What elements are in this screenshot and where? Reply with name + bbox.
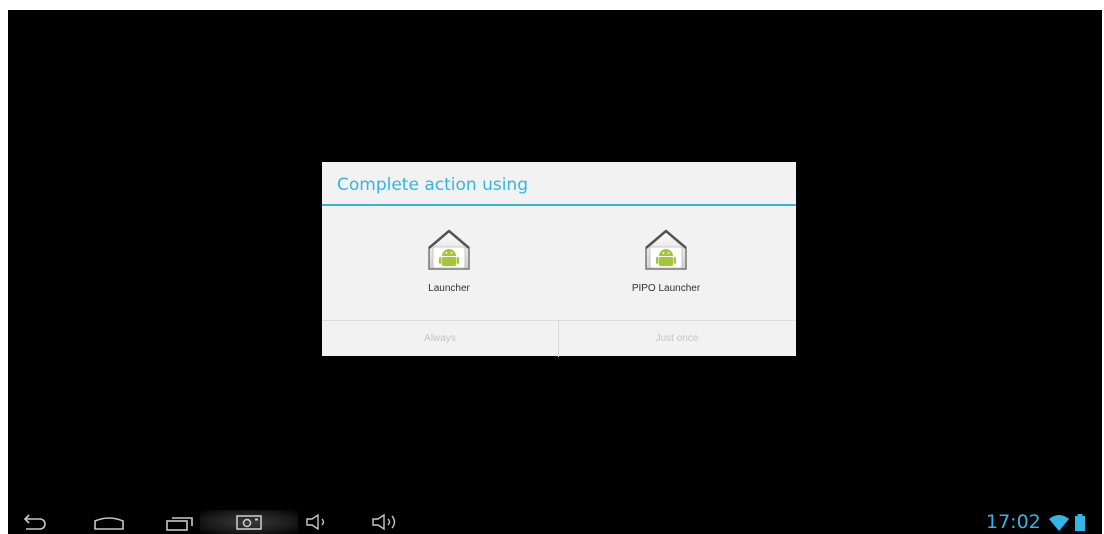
app-label: PIPO Launcher [631, 283, 701, 294]
just-once-button[interactable]: Just once [558, 321, 795, 357]
wifi-icon [1049, 515, 1069, 531]
chooser-dialog: Complete action using Launcher PIPO Laun… [322, 162, 796, 357]
volume-down-icon[interactable] [304, 512, 332, 532]
app-option-pipo-launcher[interactable]: PIPO Launcher [549, 220, 783, 310]
home-icon[interactable] [92, 512, 126, 532]
volume-up-icon[interactable] [370, 512, 404, 532]
status-clock: 17:02 [986, 511, 1041, 533]
navigation-bar: 17:02 [8, 510, 1102, 534]
app-option-launcher[interactable]: Launcher [332, 220, 566, 310]
android-home-icon [428, 229, 470, 270]
back-icon[interactable] [20, 512, 46, 532]
android-home-icon [645, 229, 687, 270]
title-divider [322, 204, 796, 206]
always-button[interactable]: Always [322, 321, 558, 357]
battery-icon [1075, 514, 1085, 531]
screenshot-icon[interactable] [234, 512, 264, 532]
dialog-title: Complete action using [337, 175, 528, 195]
app-label: Launcher [428, 283, 470, 294]
screen: Complete action using Launcher PIPO Laun… [8, 10, 1102, 534]
recent-apps-icon[interactable] [164, 512, 196, 532]
dialog-button-bar: Always Just once [322, 320, 796, 357]
